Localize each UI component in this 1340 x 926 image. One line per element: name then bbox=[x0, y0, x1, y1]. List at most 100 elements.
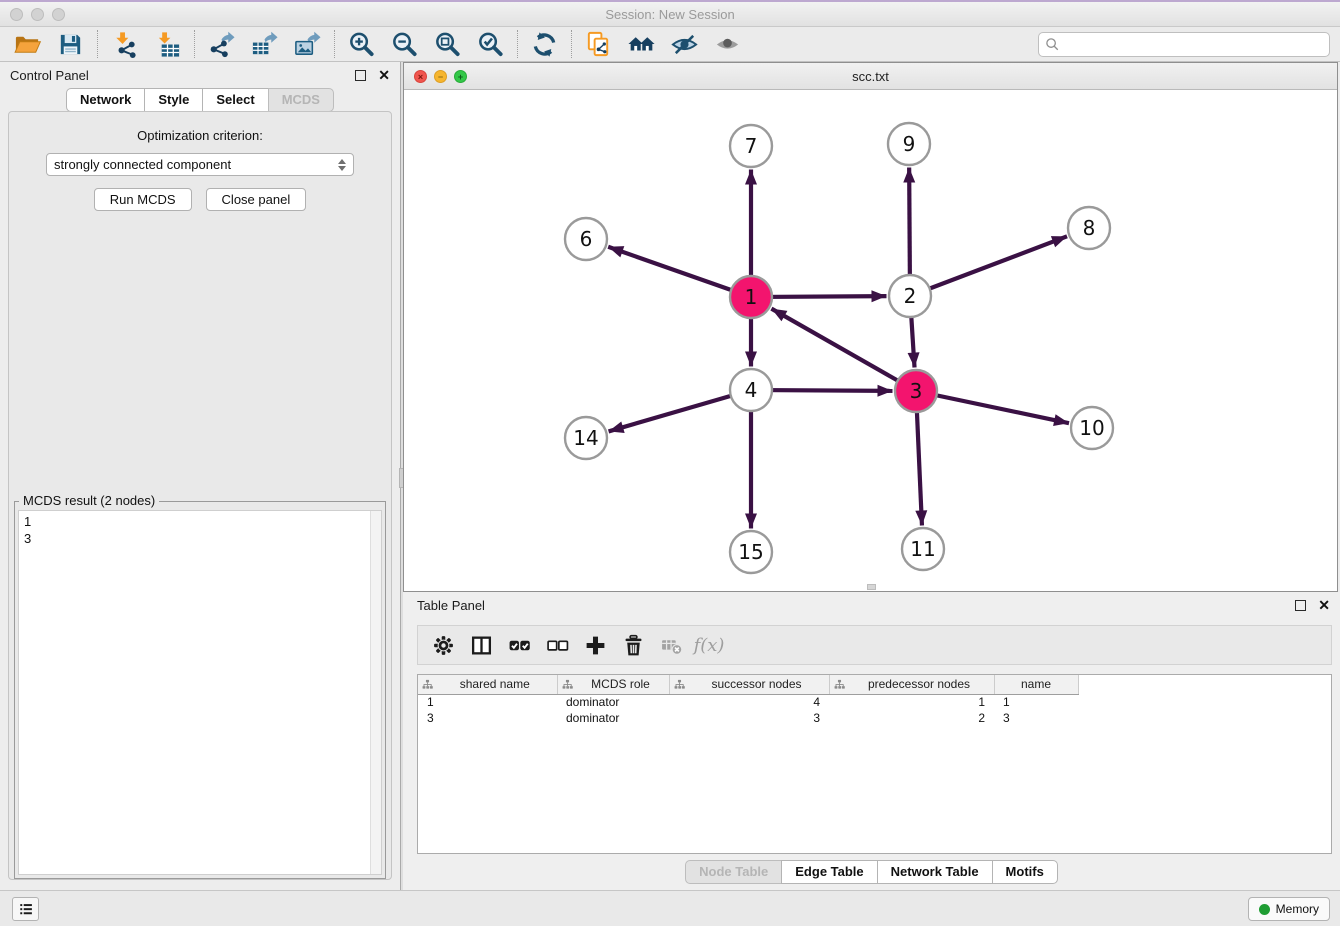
table-cell[interactable]: 2 bbox=[829, 710, 994, 726]
mcds-result-box[interactable]: 1 3 bbox=[18, 510, 382, 875]
window-zoom-icon[interactable] bbox=[52, 8, 65, 21]
column-layout-button[interactable] bbox=[464, 629, 498, 661]
refresh-layout-button[interactable] bbox=[523, 28, 566, 60]
zoom-in-button[interactable] bbox=[340, 28, 383, 60]
network-window-titlebar[interactable]: ×−+ scc.txt bbox=[404, 63, 1337, 90]
edge-4-14[interactable] bbox=[609, 390, 751, 431]
result-scrollbar[interactable] bbox=[370, 511, 381, 874]
edge-2-8[interactable] bbox=[910, 236, 1067, 296]
node-label: 11 bbox=[910, 537, 935, 561]
memory-button[interactable]: Memory bbox=[1248, 897, 1330, 921]
edge-1-6[interactable] bbox=[608, 247, 751, 297]
column-header-name[interactable]: name bbox=[994, 675, 1078, 694]
list-icon bbox=[17, 900, 35, 918]
export-image-button[interactable] bbox=[286, 28, 329, 60]
node-7[interactable]: 7 bbox=[730, 125, 772, 167]
add-column-button[interactable] bbox=[578, 629, 612, 661]
node-9[interactable]: 9 bbox=[888, 123, 930, 165]
main-toolbar bbox=[0, 27, 1340, 62]
function-builder-button: f(x) bbox=[692, 629, 726, 661]
tab-motifs[interactable]: Motifs bbox=[992, 860, 1058, 884]
hide-selected-button[interactable] bbox=[663, 28, 706, 60]
column-header-mcds-role[interactable]: MCDS role bbox=[557, 675, 669, 694]
table-cell[interactable]: 1 bbox=[994, 694, 1078, 710]
node-15[interactable]: 15 bbox=[730, 531, 772, 573]
node-1[interactable]: 1 bbox=[730, 276, 772, 318]
search-box[interactable] bbox=[1038, 32, 1330, 57]
edge-3-1[interactable] bbox=[771, 309, 916, 391]
canvas-resize-handle[interactable] bbox=[867, 584, 876, 590]
tab-network-table[interactable]: Network Table bbox=[877, 860, 993, 884]
deselect-all-rows-button[interactable] bbox=[540, 629, 574, 661]
delete-columns-button[interactable] bbox=[616, 629, 650, 661]
mcds-result-group: MCDS result (2 nodes) 1 3 bbox=[14, 501, 386, 879]
task-history-button[interactable] bbox=[12, 897, 39, 921]
tab-edge-table[interactable]: Edge Table bbox=[781, 860, 877, 884]
import-network-button[interactable] bbox=[103, 28, 146, 60]
search-input[interactable] bbox=[1064, 35, 1323, 55]
node-4[interactable]: 4 bbox=[730, 369, 772, 411]
column-header-shared-name[interactable]: shared name bbox=[418, 675, 557, 694]
zoom-out-button[interactable] bbox=[383, 28, 426, 60]
float-panel-icon[interactable] bbox=[355, 70, 366, 81]
duplicate-network-button[interactable] bbox=[577, 28, 620, 60]
optimization-criterion-label: Optimization criterion: bbox=[137, 128, 263, 143]
close-panel-icon[interactable]: ✕ bbox=[378, 70, 390, 81]
float-table-panel-icon[interactable] bbox=[1295, 600, 1306, 611]
save-session-button[interactable] bbox=[49, 28, 92, 60]
network-canvas[interactable]: 1 2 3 4 6 7 8 9 10 11 14 15 bbox=[404, 90, 1337, 591]
close-panel-button[interactable]: Close panel bbox=[206, 188, 307, 211]
node-6[interactable]: 6 bbox=[565, 218, 607, 260]
close-view-button[interactable]: × bbox=[414, 70, 427, 83]
first-neighbors-button[interactable] bbox=[620, 28, 663, 60]
column-header-successor-nodes[interactable]: successor nodes bbox=[669, 675, 829, 694]
node-8[interactable]: 8 bbox=[1068, 207, 1110, 249]
node-10[interactable]: 10 bbox=[1071, 407, 1113, 449]
table-cell[interactable]: 4 bbox=[669, 694, 829, 710]
run-mcds-button[interactable]: Run MCDS bbox=[94, 188, 192, 211]
window-minimize-icon[interactable] bbox=[31, 8, 44, 21]
show-all-button[interactable] bbox=[706, 28, 749, 60]
tab-style[interactable]: Style bbox=[144, 88, 203, 112]
table-settings-button[interactable] bbox=[426, 629, 460, 661]
node-table-container: shared nameMCDS role successor nodesprede… bbox=[417, 674, 1332, 854]
function-icon: f(x) bbox=[694, 635, 725, 656]
node-2[interactable]: 2 bbox=[889, 275, 931, 317]
table-cell[interactable]: 1 bbox=[829, 694, 994, 710]
table-row[interactable]: 1dominator411 bbox=[418, 694, 1078, 710]
export-network-button[interactable] bbox=[200, 28, 243, 60]
add-column-icon bbox=[584, 634, 607, 657]
criterion-dropdown-value: strongly connected component bbox=[54, 157, 338, 172]
close-table-panel-icon[interactable]: ✕ bbox=[1318, 600, 1330, 611]
table-cell[interactable]: dominator bbox=[557, 694, 669, 710]
table-cell[interactable]: 3 bbox=[418, 710, 557, 726]
minimize-view-button[interactable]: − bbox=[434, 70, 447, 83]
table-row[interactable]: 3dominator323 bbox=[418, 710, 1078, 726]
tab-mcds[interactable]: MCDS bbox=[268, 88, 334, 112]
tab-select[interactable]: Select bbox=[202, 88, 268, 112]
table-cell[interactable]: 1 bbox=[418, 694, 557, 710]
table-cell[interactable]: 3 bbox=[994, 710, 1078, 726]
zoom-fit-button[interactable] bbox=[426, 28, 469, 60]
zoom-view-button[interactable]: + bbox=[454, 70, 467, 83]
import-table-button[interactable] bbox=[146, 28, 189, 60]
network-graph: 1 2 3 4 6 7 8 9 10 11 14 15 bbox=[404, 90, 1337, 591]
tab-node-table[interactable]: Node Table bbox=[685, 860, 782, 884]
zoom-selected-button[interactable] bbox=[469, 28, 512, 60]
open-session-button[interactable] bbox=[6, 28, 49, 60]
edge-3-10[interactable] bbox=[916, 391, 1069, 423]
table-cell[interactable]: dominator bbox=[557, 710, 669, 726]
export-table-button[interactable] bbox=[243, 28, 286, 60]
column-header-predecessor-nodes[interactable]: predecessor nodes bbox=[829, 675, 994, 694]
node-14[interactable]: 14 bbox=[565, 417, 607, 459]
window-close-icon[interactable] bbox=[10, 8, 23, 21]
node-3[interactable]: 3 bbox=[895, 370, 937, 412]
toolbar-separator bbox=[571, 30, 572, 58]
column-label: successor nodes bbox=[687, 677, 827, 691]
tab-network[interactable]: Network bbox=[66, 88, 145, 112]
criterion-dropdown[interactable]: strongly connected component bbox=[46, 153, 354, 176]
node-label: 1 bbox=[745, 285, 758, 309]
node-11[interactable]: 11 bbox=[902, 528, 944, 570]
select-all-rows-button[interactable] bbox=[502, 629, 536, 661]
table-cell[interactable]: 3 bbox=[669, 710, 829, 726]
